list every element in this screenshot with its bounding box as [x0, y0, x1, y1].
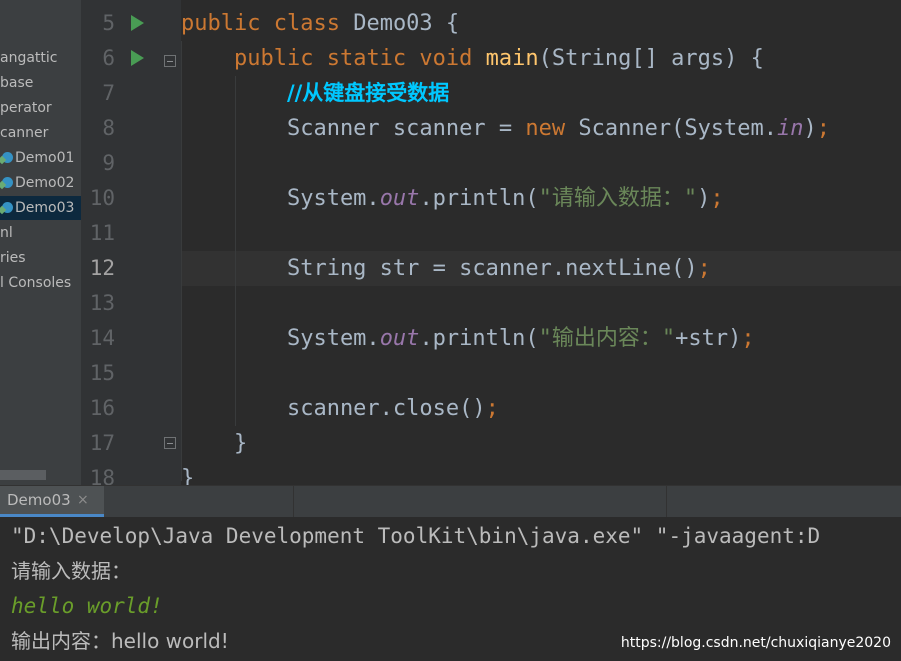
tabbar-divider	[666, 486, 667, 517]
line-number: 9	[102, 151, 115, 175]
code-line[interactable]: System.out.println("请输入数据：");	[181, 181, 724, 216]
tree-item-label: Demo03	[15, 200, 75, 216]
tree-item-label: Demo01	[15, 150, 75, 166]
run-tab-label: Demo03	[7, 491, 71, 509]
fold-marker-icon[interactable]	[164, 437, 176, 449]
code-token: ;	[816, 116, 831, 141]
console-output-line: 输出内容：hello world!	[11, 629, 229, 653]
console-user-input: hello world!	[11, 594, 163, 618]
tree-item-label: ries	[0, 250, 26, 266]
console-command-line: "D:\Develop\Java Development ToolKit\bin…	[11, 524, 821, 548]
code-token: System.	[181, 326, 380, 351]
code-token: "请输入数据："	[538, 186, 698, 211]
code-token: public	[181, 46, 327, 71]
code-token: ;	[741, 326, 755, 351]
tree-item-package[interactable]: angattic	[0, 46, 57, 70]
run-main-icon[interactable]	[131, 50, 144, 66]
line-number-current: 12	[89, 256, 115, 280]
tree-item-label: l Consoles	[0, 275, 72, 291]
line-number: 11	[89, 221, 115, 245]
code-token: .println(	[419, 186, 539, 211]
code-line[interactable]: }	[181, 426, 247, 461]
java-class-icon	[2, 177, 13, 188]
project-tree: angattic base perator canner Demo01 Demo…	[0, 0, 81, 485]
code-token: main	[485, 46, 539, 71]
code-token: +str)	[675, 326, 742, 351]
code-token: void	[419, 46, 486, 71]
code-token: }	[181, 431, 248, 456]
line-number: 6	[102, 46, 115, 70]
line-number: 7	[102, 81, 115, 105]
code-line[interactable]: public static void main(String[] args) {	[181, 41, 764, 76]
code-token: ;	[485, 396, 499, 421]
tree-item-package[interactable]: base	[0, 71, 33, 95]
tree-item-demo02[interactable]: Demo02	[0, 171, 74, 195]
horizontal-scrollbar[interactable]	[0, 470, 46, 480]
java-class-icon	[2, 202, 13, 213]
code-editor[interactable]: public class Demo03 { public static void…	[181, 0, 901, 485]
tree-item-label: angattic	[0, 50, 58, 66]
code-token: Scanner scanner =	[181, 116, 526, 141]
code-line[interactable]: String str = scanner.nextLine();	[181, 251, 711, 286]
tree-item-demo01[interactable]: Demo01	[0, 146, 74, 170]
code-token: //从键盘接受数据	[286, 81, 450, 105]
tree-item-package[interactable]: canner	[0, 121, 48, 145]
code-token: (String[] args) {	[538, 46, 764, 71]
code-line[interactable]: scanner.close();	[181, 391, 499, 426]
editor-gutter[interactable]: 5 6 7 8 9 10 11 12 13 14 15 16 17 18	[81, 0, 181, 490]
tree-item-iml[interactable]: nl	[0, 221, 13, 245]
code-token: Demo03 {	[353, 11, 460, 36]
code-token: out	[379, 326, 420, 351]
console-output-line: 请输入数据：	[11, 559, 131, 583]
code-line[interactable]: Scanner scanner = new Scanner(System.in)…	[181, 111, 830, 146]
fold-marker-icon[interactable]	[164, 55, 176, 67]
code-token: .println(	[419, 326, 539, 351]
code-token: )	[803, 116, 817, 141]
tree-item-scratches-consoles[interactable]: l Consoles	[0, 271, 71, 295]
close-icon[interactable]: ×	[77, 486, 89, 514]
tree-item-label: perator	[0, 100, 52, 116]
line-number: 5	[102, 11, 115, 35]
line-number: 15	[89, 361, 115, 385]
tree-item-label: nl	[0, 225, 13, 241]
code-line[interactable]: System.out.println("输出内容："+str);	[181, 321, 755, 356]
code-token: System.	[181, 186, 380, 211]
code-token: }	[181, 466, 195, 485]
code-token: ;	[710, 186, 724, 211]
run-tool-window-tabbar: Demo03 ×	[0, 485, 901, 517]
code-token: )	[697, 186, 711, 211]
code-line[interactable]: public class Demo03 {	[181, 6, 459, 41]
tree-item-demo03[interactable]: Demo03	[0, 196, 81, 220]
run-class-icon[interactable]	[131, 15, 144, 31]
tree-item-external-libraries[interactable]: ries	[0, 246, 26, 270]
tree-item-package[interactable]: perator	[0, 96, 52, 120]
java-class-icon	[2, 152, 13, 163]
tabbar-divider	[293, 486, 294, 517]
code-token: Scanner(System.	[578, 116, 778, 141]
code-token: in	[777, 116, 804, 141]
line-number: 17	[89, 431, 115, 455]
run-tab-demo03[interactable]: Demo03 ×	[0, 486, 104, 517]
code-token: class	[273, 11, 354, 36]
tree-item-label: canner	[0, 125, 49, 141]
code-token: "输出内容："	[538, 326, 676, 351]
tree-item-label: Demo02	[15, 175, 75, 191]
code-token: out	[379, 186, 420, 211]
line-number: 16	[89, 396, 115, 420]
code-token: new	[525, 116, 579, 141]
code-token: static	[326, 46, 420, 71]
code-token: scanner.close()	[181, 396, 486, 421]
code-token: ;	[697, 256, 711, 281]
code-token: String str = scanner.nextLine()	[181, 256, 698, 281]
line-number: 13	[89, 291, 115, 315]
line-number: 8	[102, 116, 115, 140]
line-number: 14	[89, 326, 115, 350]
tree-item-label: base	[0, 75, 34, 91]
code-token: public	[181, 11, 274, 36]
code-line[interactable]: }	[181, 461, 194, 485]
watermark: https://blog.csdn.net/chuxiqianye2020	[620, 635, 891, 651]
code-line[interactable]: //从键盘接受数据	[181, 76, 449, 111]
line-number: 10	[89, 186, 115, 210]
